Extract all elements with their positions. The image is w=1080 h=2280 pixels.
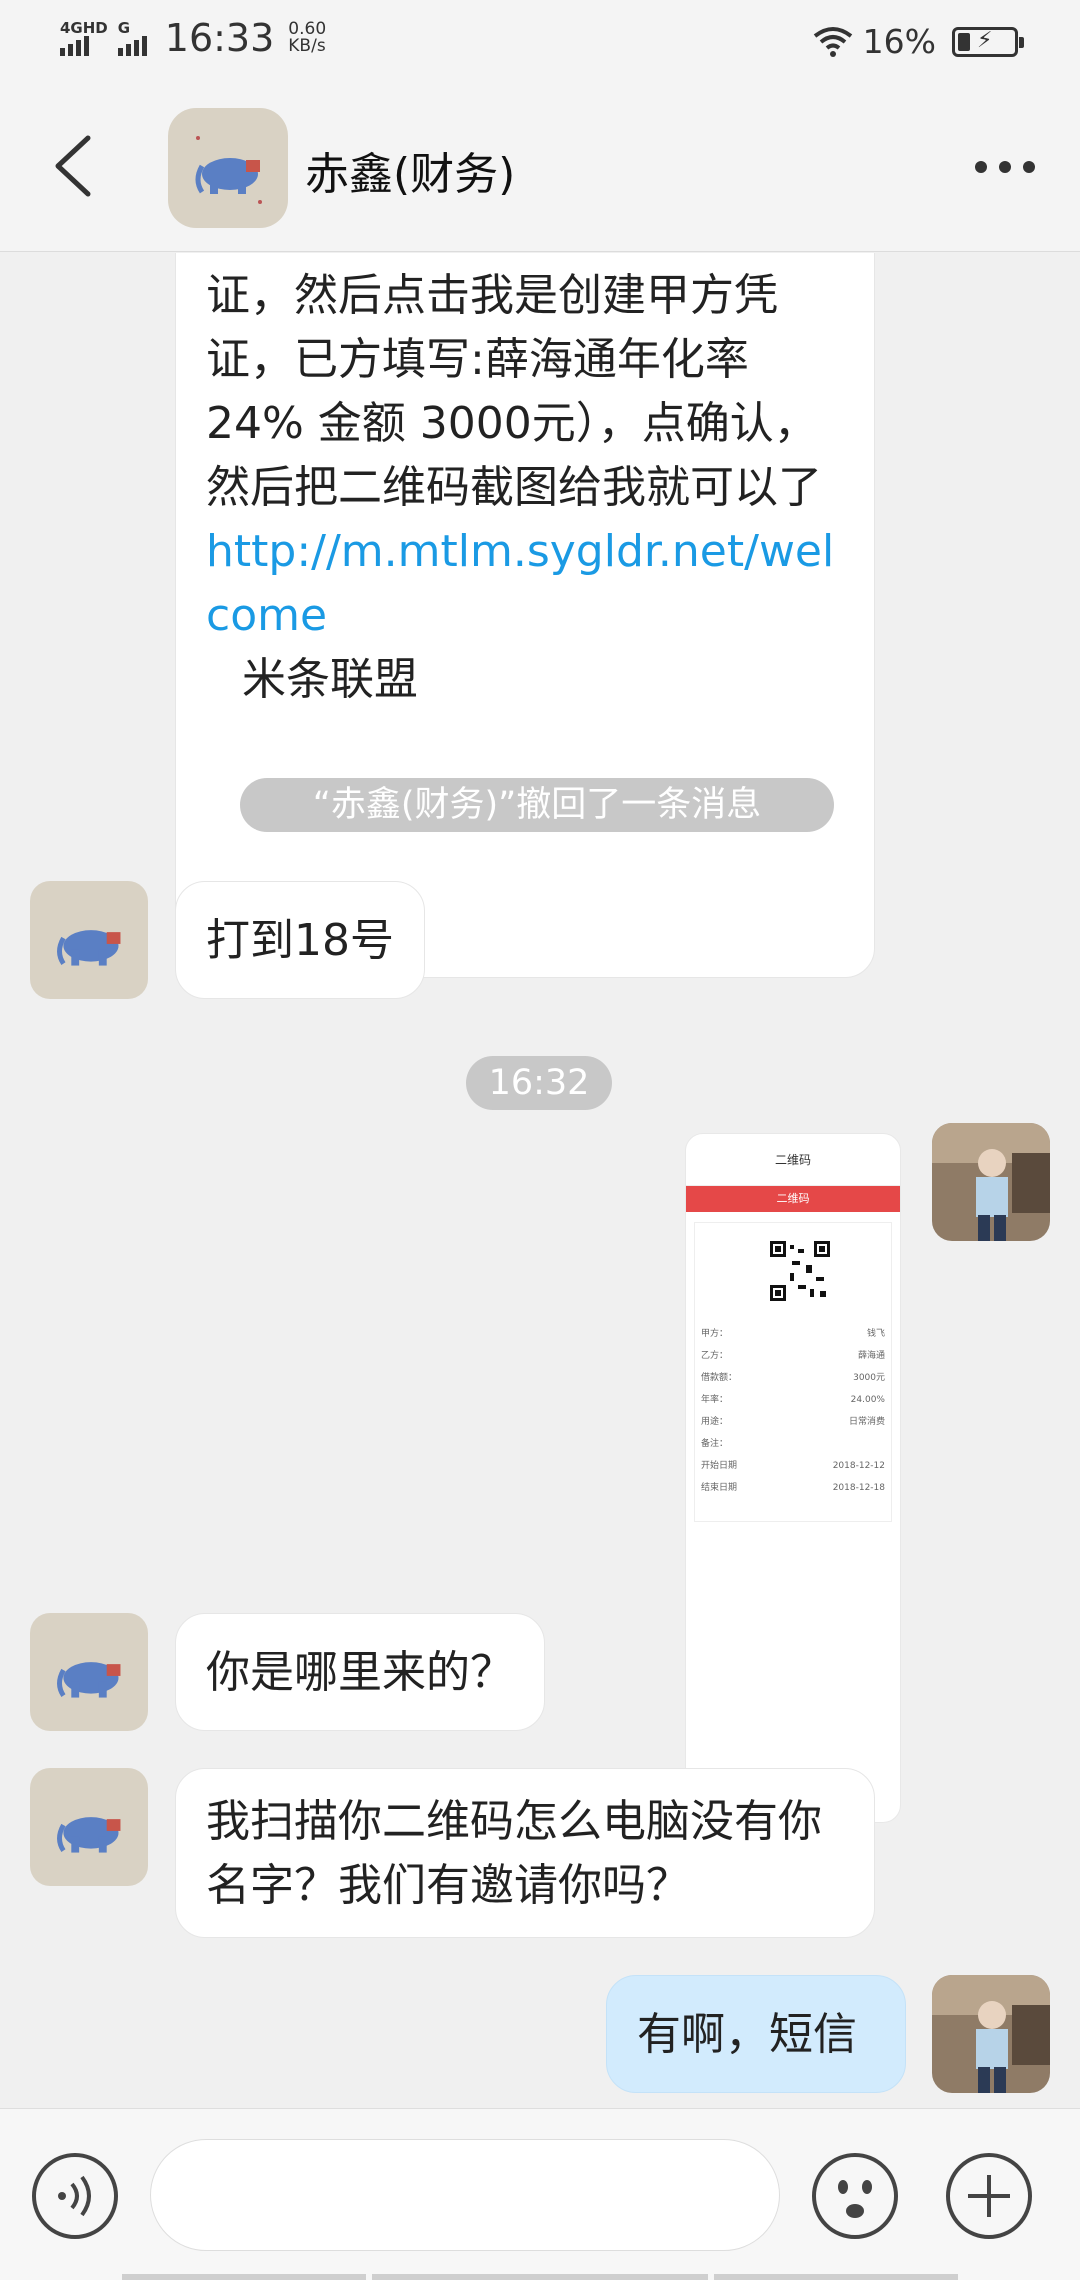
row: 甲方： 钱飞 [701, 1329, 885, 1339]
elephant-avatar-image [30, 1768, 148, 1886]
signal-1: 4GHD [60, 20, 108, 56]
message-list[interactable]: 证，然后点击我是创建甲方凭证，已方填写:薛海通年化率 24% 金额 3000元）… [0, 253, 1080, 2108]
status-left: 4GHD G 16:33 0.60 KB/s [60, 16, 326, 60]
network-type: 4GHD [60, 19, 108, 37]
user-photo-avatar-image [932, 1975, 1050, 2093]
message-text: 打到18号 [206, 915, 394, 966]
nav-handle-center [372, 2274, 708, 2280]
message-bubble-scan[interactable]: 我扫描你二维码怎么电脑没有你名字？我们有邀请你吗？ [175, 1768, 875, 1938]
wifi-icon [813, 26, 852, 57]
time-divider: 16:32 [466, 1056, 612, 1110]
signal-bars-icon [60, 36, 108, 56]
my-avatar[interactable] [932, 1123, 1050, 1241]
row: 借款额： 3000元 [701, 1373, 885, 1383]
elephant-avatar-image [168, 108, 288, 228]
message-text: 你是哪里来的？ [206, 1647, 514, 1698]
charging-bolt-icon: ⚡ [977, 27, 993, 53]
message-signature: 米条联盟 [242, 654, 418, 705]
message-text: 证，然后点击我是创建甲方凭证，已方填写:薛海通年化率 24% 金额 3000元）… [206, 270, 822, 513]
row: 用途： 日常消费 [701, 1417, 885, 1427]
battery-percent: 16% [862, 22, 936, 61]
user-photo-avatar-image [932, 1123, 1050, 1241]
chevron-left-icon [55, 135, 91, 197]
back-button[interactable] [48, 134, 98, 198]
battery-icon: ⚡ [952, 26, 1024, 57]
contact-avatar-msg[interactable] [30, 1613, 148, 1731]
message-bubble-where[interactable]: 你是哪里来的？ [175, 1613, 545, 1731]
voice-button[interactable] [30, 2151, 120, 2241]
screenshot-rows: 甲方： 钱飞 乙方： 薛海通 借款额： 3000元 年率： 24.00% 用途： 日常消费… [701, 1323, 885, 1499]
net-speed: 0.60 KB/s [288, 21, 326, 55]
recall-notice: “赤鑫(财务)”撤回了一条消息 [240, 778, 834, 832]
screenshot-banner: 二维码 [686, 1186, 900, 1212]
more-dots-icon [975, 161, 1035, 173]
row: 开始日期 2018-12-12 [701, 1461, 885, 1471]
emoji-icon [838, 2180, 872, 2218]
nav-handle-right [714, 2274, 958, 2280]
message-input[interactable] [150, 2139, 780, 2251]
contact-avatar[interactable] [168, 108, 288, 228]
status-right: 16% ⚡ [813, 22, 1024, 61]
contact-avatar-msg[interactable] [30, 1768, 148, 1886]
message-bubble-long[interactable]: 证，然后点击我是创建甲方凭证，已方填写:薛海通年化率 24% 金额 3000元）… [175, 253, 875, 978]
screenshot-title: 二维码 [686, 1134, 900, 1186]
emoji-button[interactable] [810, 2151, 900, 2241]
message-bubble-18[interactable]: 打到18号 [175, 881, 425, 999]
row: 年率： 24.00% [701, 1395, 885, 1405]
more-button[interactable] [972, 152, 1038, 182]
chat-header: 赤鑫(财务) [0, 80, 1080, 252]
status-bar: 4GHD G 16:33 0.60 KB/s 16% ⚡ [0, 0, 1080, 80]
chat-title: 赤鑫(财务) [305, 149, 516, 200]
message-link[interactable]: http://m.mtlm.sygldr.net/welcome [206, 520, 846, 648]
contact-avatar-msg[interactable] [30, 881, 148, 999]
elephant-avatar-image [30, 881, 148, 999]
my-avatar[interactable] [932, 1975, 1050, 2093]
voice-icon [58, 2175, 91, 2217]
qr-code-icon [770, 1241, 830, 1301]
nav-handle-left [122, 2274, 366, 2280]
plus-icon [968, 2175, 1010, 2217]
signal-bars-2-icon [117, 36, 147, 56]
input-bar [0, 2108, 1080, 2280]
elephant-avatar-image [30, 1613, 148, 1731]
net-speed-unit: KB/s [288, 36, 326, 56]
signal-2: G [117, 19, 147, 56]
network-type-2: G [117, 19, 131, 37]
message-text: 我扫描你二维码怎么电脑没有你名字？我们有邀请你吗？ [206, 1796, 822, 1911]
row: 乙方： 薛海通 [701, 1351, 885, 1361]
screenshot-card: 甲方： 钱飞 乙方： 薛海通 借款额： 3000元 年率： 24.00% 用途： 日常消费… [694, 1222, 892, 1522]
message-bubble-reply[interactable]: 有啊，短信 [606, 1975, 906, 2093]
row: 结束日期 2018-12-18 [701, 1483, 885, 1493]
plus-button[interactable] [944, 2151, 1034, 2241]
message-text: 有啊，短信 [637, 2009, 857, 2060]
image-message[interactable]: 二维码 二维码 甲方： 钱飞 乙方： 薛海通 借款额： 3000元 年率： 24.00%… [685, 1133, 901, 1823]
row: 备注： [701, 1439, 729, 1449]
status-time: 16:33 [164, 16, 275, 60]
